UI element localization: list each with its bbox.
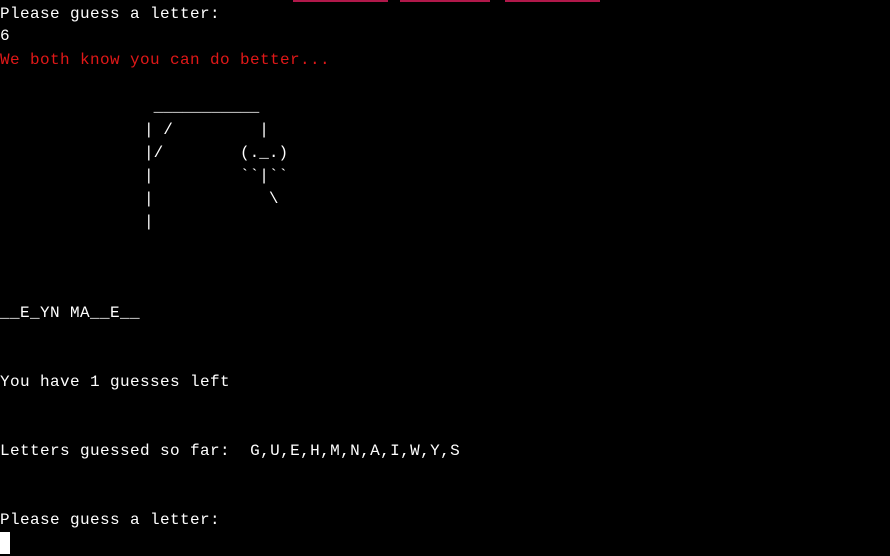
error-message: We both know you can do better... [0, 51, 331, 69]
previous-prompt: Please guess a letter: [0, 5, 221, 23]
letters-guessed-list: G,U,E,H,M,N,A,I,W,Y,S [250, 442, 461, 460]
hangman-drawing: ___________ | / | |/ (._.) | ``|`` | \ | [144, 98, 289, 231]
letters-guessed-line: Letters guessed so far: G,U,E,H,M,N,A,I,… [0, 440, 460, 463]
letters-guessed-label: Letters guessed so far: [0, 442, 231, 460]
tab-indicator [400, 0, 490, 2]
input-cursor[interactable] [0, 532, 10, 554]
top-accent-bar [0, 0, 890, 2]
guesses-left-message: You have 1 guesses left [0, 373, 231, 391]
tab-indicator [505, 0, 600, 2]
current-prompt: Please guess a letter: [0, 511, 221, 529]
terminal-window[interactable]: Please guess a letter: 6 We both know yo… [0, 0, 890, 556]
tab-indicator [293, 0, 388, 2]
word-progress: __E_YN MA__E__ [0, 304, 141, 322]
previous-input: 6 [0, 27, 11, 45]
